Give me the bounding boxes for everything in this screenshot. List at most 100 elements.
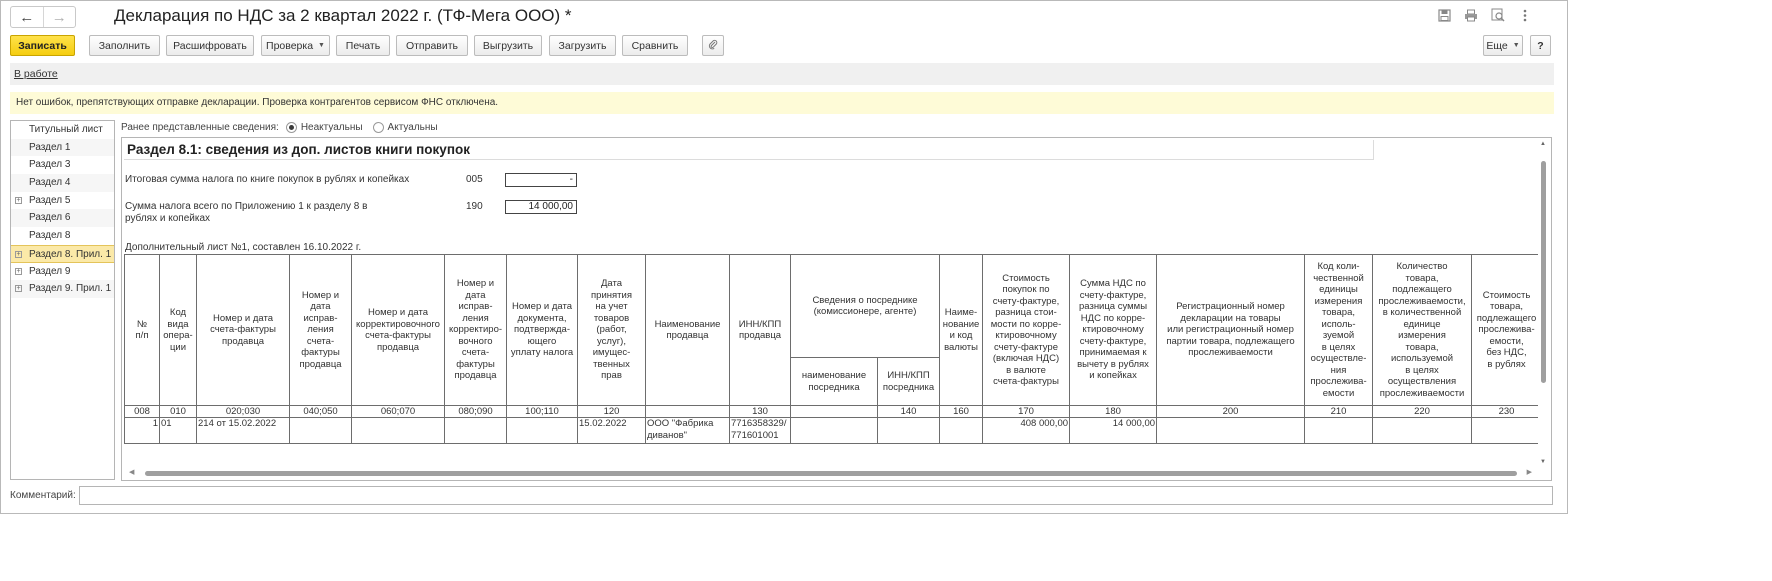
scroll-down-icon[interactable]: ▼ — [1540, 459, 1546, 465]
section-item[interactable]: Титульный лист — [11, 121, 114, 139]
column-header: Номер и дата счета-фактуры продавца — [196, 254, 290, 406]
table-cell[interactable]: ООО "Фабрика диванов" — [645, 417, 730, 444]
table-cell[interactable] — [1156, 417, 1306, 444]
line-190-code: 190 — [466, 201, 483, 212]
section-item[interactable]: Раздел 4 — [11, 174, 114, 192]
section-item[interactable]: + Раздел 9 — [11, 263, 114, 281]
column-code: 080;090 — [444, 405, 507, 418]
horizontal-scrollbar[interactable]: ◀ ▶ — [123, 467, 1538, 479]
expand-icon[interactable]: + — [15, 196, 22, 204]
import-button[interactable]: Загрузить — [549, 35, 616, 56]
table-cell[interactable]: 15.02.2022 — [577, 417, 646, 444]
table-cell[interactable] — [351, 417, 445, 444]
line-005-code: 005 — [466, 174, 483, 185]
column-code: 020;030 — [196, 405, 290, 418]
expand-icon[interactable]: + — [15, 250, 22, 258]
attach-button[interactable] — [702, 35, 724, 56]
section-item[interactable]: + Раздел 8. Прил. 1 — [11, 244, 114, 263]
column-header: № п/п — [124, 254, 160, 406]
sections-list: Титульный лист Раздел 1 Раздел 3 Раздел 4 + Р… — [10, 120, 115, 480]
column-header: Номер и дата корректировочного счета-фак… — [351, 254, 445, 406]
radio-actual[interactable] — [372, 121, 384, 133]
table-cell[interactable] — [790, 417, 878, 444]
print-button[interactable]: Печать — [336, 35, 390, 56]
purchase-book-table: № п/п Код вида опера- ции Номер и дата сче… — [124, 254, 1543, 444]
section-item-label: Раздел 1 — [29, 141, 71, 153]
table-cell[interactable]: 1 — [124, 417, 160, 444]
column-code — [645, 405, 730, 418]
table-cell[interactable]: 214 от 15.02.2022 — [196, 417, 290, 444]
save-icon[interactable] — [1437, 8, 1451, 22]
column-code: 100;110 — [506, 405, 578, 418]
section-item[interactable]: + Раздел 5 — [11, 192, 114, 210]
column-header: Код вида опера- ции — [159, 254, 197, 406]
check-dropdown-button[interactable]: Проверка ▼ — [261, 35, 330, 56]
table-cell[interactable]: 14 000,00 — [1069, 417, 1158, 444]
column-code: 040;050 — [289, 405, 352, 418]
column-header: Стоимость товара, подлежащего прослежива… — [1471, 254, 1543, 406]
horizontal-scroll-thumb[interactable] — [145, 471, 1517, 476]
table-cell[interactable] — [1372, 417, 1473, 444]
column-header: Наименование продавца — [645, 254, 730, 406]
comment-input[interactable] — [79, 486, 1553, 505]
table-cell[interactable]: 408 000,00 — [982, 417, 1071, 444]
section-item-label: Раздел 6 — [29, 212, 71, 224]
expand-icon[interactable]: + — [15, 285, 22, 293]
column-header: Дата принятия на учет товаров (работ, ус… — [577, 254, 646, 406]
section-item[interactable]: Раздел 1 — [11, 138, 114, 157]
expand-icon[interactable]: + — [15, 267, 22, 275]
line-005-value[interactable]: - — [505, 173, 577, 187]
status-strip: В работе — [10, 63, 1554, 85]
radio-actual-label[interactable]: Актуальны — [388, 122, 438, 133]
table-cell[interactable] — [1304, 417, 1374, 444]
window-title: Декларация по НДС за 2 квартал 2022 г. (… — [114, 6, 572, 25]
section-item[interactable]: Раздел 3 — [11, 156, 114, 174]
scroll-left-icon[interactable]: ◀ — [129, 468, 134, 476]
table-cell[interactable] — [444, 417, 507, 444]
section-item-label: Титульный лист — [29, 124, 103, 135]
section-item[interactable]: + Раздел 9. Прил. 1 — [11, 280, 114, 298]
section-item[interactable]: Раздел 8 — [11, 227, 114, 245]
save-button-label: Записать — [18, 39, 67, 52]
send-button[interactable]: Отправить — [396, 35, 468, 56]
scroll-right-icon[interactable]: ▶ — [1527, 468, 1532, 476]
command-bar: Записать Заполнить Расшифровать Проверка… — [0, 35, 1568, 57]
compare-button[interactable]: Сравнить — [622, 35, 688, 56]
vertical-scroll-thumb[interactable] — [1541, 161, 1546, 383]
table-cell[interactable]: 01 — [159, 417, 197, 444]
scroll-up-icon[interactable]: ▲ — [1540, 141, 1546, 147]
save-button[interactable]: Записать — [10, 35, 75, 56]
more-dropdown-button[interactable]: Еще ▼ — [1483, 35, 1523, 56]
line-190-value[interactable]: 14 000,00 — [505, 200, 577, 214]
preview-icon[interactable] — [1491, 8, 1505, 22]
import-button-label: Загрузить — [558, 39, 607, 52]
table-cell[interactable] — [939, 417, 984, 444]
table-cell[interactable] — [289, 417, 352, 444]
table-cell[interactable]: 7716358329/ 771601001 — [729, 417, 791, 444]
section-item-label: Раздел 4 — [29, 177, 71, 189]
radio-not-actual[interactable] — [285, 121, 297, 133]
back-button[interactable]: ← — [11, 7, 43, 27]
column-header: Номер и дата документа, подтвержда- ющег… — [506, 254, 578, 406]
column-code: 008 — [124, 405, 160, 418]
column-header: Сумма НДС по счету-фактуре, разница сумм… — [1069, 254, 1158, 406]
help-button[interactable]: ? — [1530, 35, 1551, 56]
section-item[interactable]: Раздел 6 — [11, 209, 114, 228]
status-link[interactable]: В работе — [14, 68, 58, 80]
print-icon[interactable] — [1464, 8, 1478, 22]
table-row[interactable]: 1 01 214 от 15.02.2022 15.02.2022 ООО "Фабри… — [124, 417, 1543, 444]
decode-button[interactable]: Расшифровать — [166, 35, 254, 56]
more-vertical-icon[interactable] — [1518, 8, 1532, 22]
column-header: Стоимость покупок по счету-фактуре, разн… — [982, 254, 1071, 406]
column-code: 230 — [1471, 405, 1543, 418]
vertical-scrollbar[interactable]: ▲ ▼ — [1538, 139, 1550, 467]
column-code: 120 — [577, 405, 646, 418]
export-button[interactable]: Выгрузить — [474, 35, 542, 56]
table-cell[interactable] — [1471, 417, 1543, 444]
radio-not-actual-label[interactable]: Неактуальны — [301, 122, 363, 133]
forward-button[interactable]: → — [42, 7, 76, 27]
table-cell[interactable] — [506, 417, 578, 444]
column-header: ИНН/КПП продавца — [729, 254, 791, 406]
fill-button[interactable]: Заполнить — [89, 35, 160, 56]
table-cell[interactable] — [876, 417, 941, 444]
